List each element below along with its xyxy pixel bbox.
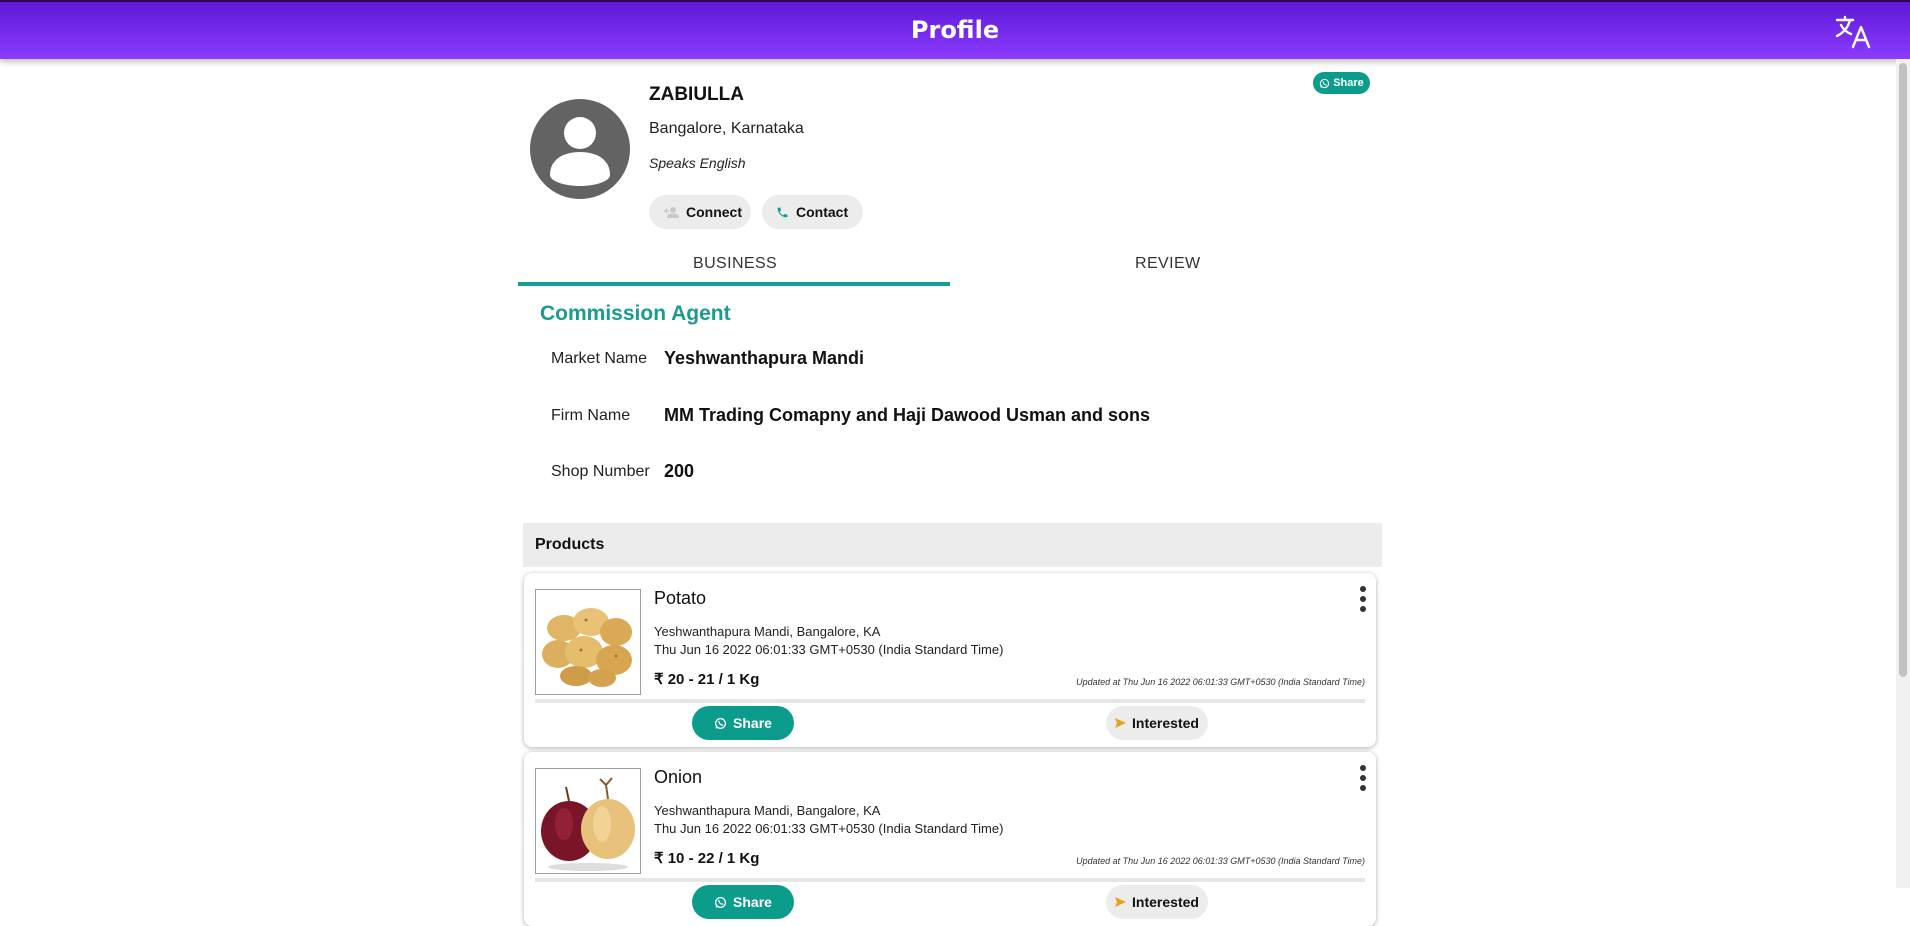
person-icon (550, 117, 610, 186)
product-interested-button[interactable]: Interested (1106, 885, 1208, 919)
market-name-label: Market Name (551, 350, 648, 367)
product-date: Thu Jun 16 2022 06:01:33 GMT+0530 (India… (654, 642, 1004, 657)
products-heading: Products (523, 523, 1382, 567)
firm-name-label: Firm Name (551, 407, 631, 424)
product-price: ₹ 10 - 22 / 1 Kg (654, 850, 760, 867)
profile-share-label: Share (1333, 77, 1364, 89)
firm-name-value: MM Trading Comapny and Haji Dawood Usman… (664, 405, 1151, 425)
tab-review[interactable]: REVIEW (1135, 255, 1201, 273)
product-updated: Updated at Thu Jun 16 2022 06:01:33 GMT+… (1076, 677, 1365, 687)
profile-name: ZABIULLA (649, 84, 744, 105)
product-card-onion[interactable]: Onion Yeshwanthapura Mandi, Bangalore, K… (524, 752, 1376, 926)
whatsapp-icon (1320, 78, 1330, 88)
product-updated: Updated at Thu Jun 16 2022 06:01:33 GMT+… (1076, 856, 1365, 866)
product-market: Yeshwanthapura Mandi, Bangalore, KA (654, 624, 881, 639)
product-price: ₹ 20 - 21 / 1 Kg (654, 671, 760, 688)
connect-label: Connect (686, 204, 742, 220)
avatar (530, 99, 630, 199)
product-interested-label: Interested (1132, 894, 1199, 910)
connect-button[interactable]: Connect (649, 195, 751, 229)
contact-button[interactable]: Contact (762, 195, 863, 229)
profile-language: Speaks English (649, 155, 746, 171)
product-share-button[interactable]: Share (692, 885, 794, 919)
send-icon (1115, 897, 1127, 907)
card-divider (535, 878, 1365, 882)
product-share-button[interactable]: Share (692, 706, 794, 740)
product-interested-label: Interested (1132, 715, 1199, 731)
whatsapp-icon (715, 717, 727, 729)
market-name-value: Yeshwanthapura Mandi (664, 348, 865, 368)
product-share-label: Share (733, 894, 772, 910)
more-vert-icon[interactable] (1359, 585, 1367, 613)
app-header: Profile (0, 0, 1910, 59)
product-market: Yeshwanthapura Mandi, Bangalore, KA (654, 803, 881, 818)
product-name: Onion (654, 767, 703, 787)
page-scrollbar[interactable] (1896, 59, 1910, 888)
translate-icon[interactable] (1834, 14, 1872, 50)
profile-share-button[interactable]: Share (1313, 72, 1370, 94)
card-divider (535, 699, 1365, 703)
shop-number-label: Shop Number (551, 463, 650, 480)
product-name: Potato (654, 588, 707, 608)
contact-label: Contact (796, 204, 849, 220)
product-interested-button[interactable]: Interested (1106, 706, 1208, 740)
add-person-icon (664, 207, 679, 218)
scrollbar-thumb[interactable] (1899, 63, 1907, 677)
tab-business[interactable]: BUSINESS (693, 255, 777, 273)
send-icon (1115, 718, 1127, 728)
business-role-heading: Commission Agent (540, 302, 731, 325)
shop-number-value: 200 (664, 461, 695, 481)
onion-image (535, 768, 641, 874)
profile-location: Bangalore, Karnataka (649, 120, 804, 137)
more-vert-icon[interactable] (1359, 764, 1367, 792)
product-share-label: Share (733, 715, 772, 731)
product-date: Thu Jun 16 2022 06:01:33 GMT+0530 (India… (654, 821, 1004, 836)
product-card-potato[interactable]: Potato Yeshwanthapura Mandi, Bangalore, … (524, 573, 1376, 747)
potato-image (535, 589, 641, 695)
tab-active-indicator (518, 282, 950, 286)
whatsapp-icon (715, 896, 727, 908)
phone-icon (777, 207, 788, 217)
page-title: Profile (910, 16, 1000, 44)
profile-container: ZABIULLA Bangalore, Karnataka Speaks Eng… (518, 59, 1382, 926)
